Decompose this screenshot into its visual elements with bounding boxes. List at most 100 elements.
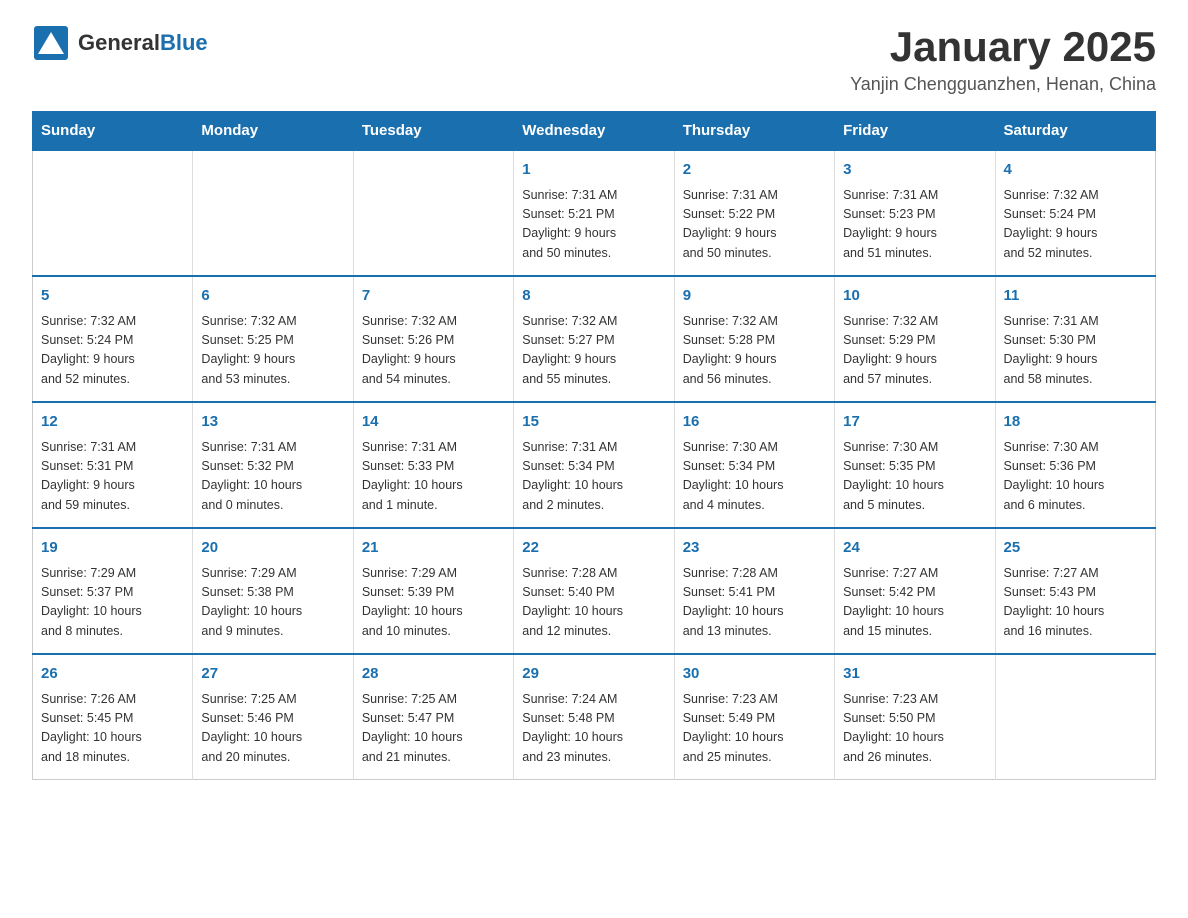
calendar-cell: 11 Sunrise: 7:31 AM Sunset: 5:30 PM Dayli…	[995, 276, 1155, 402]
day-info: Sunrise: 7:31 AM Sunset: 5:34 PM Dayligh…	[522, 438, 665, 516]
calendar-week-2: 5 Sunrise: 7:32 AM Sunset: 5:24 PM Daylig…	[33, 276, 1156, 402]
logo-text-blue: Blue	[160, 30, 208, 55]
calendar-cell: 13 Sunrise: 7:31 AM Sunset: 5:32 PM Dayli…	[193, 402, 353, 528]
day-number: 9	[683, 285, 826, 308]
day-number: 23	[683, 537, 826, 560]
day-number: 11	[1004, 285, 1147, 308]
day-number: 12	[41, 411, 184, 434]
day-info: Sunrise: 7:31 AM Sunset: 5:33 PM Dayligh…	[362, 438, 505, 516]
day-info: Sunrise: 7:31 AM Sunset: 5:21 PM Dayligh…	[522, 186, 665, 264]
calendar-cell: 5 Sunrise: 7:32 AM Sunset: 5:24 PM Daylig…	[33, 276, 193, 402]
calendar-cell: 21 Sunrise: 7:29 AM Sunset: 5:39 PM Dayli…	[353, 528, 513, 654]
day-info: Sunrise: 7:28 AM Sunset: 5:40 PM Dayligh…	[522, 564, 665, 642]
day-number: 15	[522, 411, 665, 434]
calendar-cell: 15 Sunrise: 7:31 AM Sunset: 5:34 PM Dayli…	[514, 402, 674, 528]
calendar-cell	[193, 150, 353, 276]
calendar-cell: 29 Sunrise: 7:24 AM Sunset: 5:48 PM Dayli…	[514, 654, 674, 780]
day-info: Sunrise: 7:32 AM Sunset: 5:28 PM Dayligh…	[683, 312, 826, 390]
calendar-cell: 6 Sunrise: 7:32 AM Sunset: 5:25 PM Daylig…	[193, 276, 353, 402]
day-number: 10	[843, 285, 986, 308]
weekday-header-wednesday: Wednesday	[514, 112, 674, 151]
day-number: 21	[362, 537, 505, 560]
logo: GeneralBlue	[32, 24, 208, 62]
weekday-header-sunday: Sunday	[33, 112, 193, 151]
day-info: Sunrise: 7:27 AM Sunset: 5:42 PM Dayligh…	[843, 564, 986, 642]
calendar-week-5: 26 Sunrise: 7:26 AM Sunset: 5:45 PM Dayli…	[33, 654, 1156, 780]
calendar-cell: 19Sunrise: 7:29 AM Sunset: 5:37 PM Dayli…	[33, 528, 193, 654]
calendar-cell: 10 Sunrise: 7:32 AM Sunset: 5:29 PM Dayli…	[835, 276, 995, 402]
calendar-cell: 9 Sunrise: 7:32 AM Sunset: 5:28 PM Daylig…	[674, 276, 834, 402]
day-info: Sunrise: 7:29 AM Sunset: 5:37 PM Dayligh…	[41, 564, 184, 642]
day-info: Sunrise: 7:30 AM Sunset: 5:36 PM Dayligh…	[1004, 438, 1147, 516]
day-number: 14	[362, 411, 505, 434]
day-number: 3	[843, 159, 986, 182]
day-info: Sunrise: 7:31 AM Sunset: 5:23 PM Dayligh…	[843, 186, 986, 264]
calendar-week-4: 19Sunrise: 7:29 AM Sunset: 5:37 PM Dayli…	[33, 528, 1156, 654]
calendar-cell: 31 Sunrise: 7:23 AM Sunset: 5:50 PM Dayli…	[835, 654, 995, 780]
page-header: GeneralBlue January 2025 Yanjin Chenggua…	[32, 24, 1156, 95]
calendar-cell: 27Sunrise: 7:25 AM Sunset: 5:46 PM Dayli…	[193, 654, 353, 780]
day-info: Sunrise: 7:28 AM Sunset: 5:41 PM Dayligh…	[683, 564, 826, 642]
day-info: Sunrise: 7:32 AM Sunset: 5:27 PM Dayligh…	[522, 312, 665, 390]
calendar-cell: 7Sunrise: 7:32 AM Sunset: 5:26 PM Daylig…	[353, 276, 513, 402]
calendar-cell: 4Sunrise: 7:32 AM Sunset: 5:24 PM Daylig…	[995, 150, 1155, 276]
logo-icon	[32, 24, 70, 62]
weekday-header-row: SundayMondayTuesdayWednesdayThursdayFrid…	[33, 112, 1156, 151]
weekday-header-tuesday: Tuesday	[353, 112, 513, 151]
day-number: 24	[843, 537, 986, 560]
calendar-cell: 25Sunrise: 7:27 AM Sunset: 5:43 PM Dayli…	[995, 528, 1155, 654]
day-number: 2	[683, 159, 826, 182]
calendar-cell: 16 Sunrise: 7:30 AM Sunset: 5:34 PM Dayli…	[674, 402, 834, 528]
day-info: Sunrise: 7:27 AM Sunset: 5:43 PM Dayligh…	[1004, 564, 1147, 642]
day-number: 26	[41, 663, 184, 686]
calendar-cell: 1 Sunrise: 7:31 AM Sunset: 5:21 PM Daylig…	[514, 150, 674, 276]
day-info: Sunrise: 7:30 AM Sunset: 5:34 PM Dayligh…	[683, 438, 826, 516]
day-number: 28	[362, 663, 505, 686]
day-info: Sunrise: 7:26 AM Sunset: 5:45 PM Dayligh…	[41, 690, 184, 768]
day-info: Sunrise: 7:29 AM Sunset: 5:38 PM Dayligh…	[201, 564, 344, 642]
logo-text-general: General	[78, 30, 160, 55]
day-info: Sunrise: 7:23 AM Sunset: 5:50 PM Dayligh…	[843, 690, 986, 768]
day-info: Sunrise: 7:30 AM Sunset: 5:35 PM Dayligh…	[843, 438, 986, 516]
day-info: Sunrise: 7:32 AM Sunset: 5:29 PM Dayligh…	[843, 312, 986, 390]
day-number: 13	[201, 411, 344, 434]
day-number: 29	[522, 663, 665, 686]
calendar-cell: 23 Sunrise: 7:28 AM Sunset: 5:41 PM Dayli…	[674, 528, 834, 654]
day-info: Sunrise: 7:32 AM Sunset: 5:24 PM Dayligh…	[41, 312, 184, 390]
day-info: Sunrise: 7:25 AM Sunset: 5:47 PM Dayligh…	[362, 690, 505, 768]
day-number: 22	[522, 537, 665, 560]
day-number: 5	[41, 285, 184, 308]
calendar-cell: 14 Sunrise: 7:31 AM Sunset: 5:33 PM Dayli…	[353, 402, 513, 528]
calendar-cell: 20 Sunrise: 7:29 AM Sunset: 5:38 PM Dayli…	[193, 528, 353, 654]
calendar-cell: 3 Sunrise: 7:31 AM Sunset: 5:23 PM Daylig…	[835, 150, 995, 276]
weekday-header-monday: Monday	[193, 112, 353, 151]
day-number: 4	[1004, 159, 1147, 182]
day-number: 20	[201, 537, 344, 560]
day-info: Sunrise: 7:31 AM Sunset: 5:30 PM Dayligh…	[1004, 312, 1147, 390]
day-number: 1	[522, 159, 665, 182]
month-title: January 2025	[850, 24, 1156, 70]
day-info: Sunrise: 7:24 AM Sunset: 5:48 PM Dayligh…	[522, 690, 665, 768]
day-number: 6	[201, 285, 344, 308]
day-number: 7	[362, 285, 505, 308]
calendar-cell: 26 Sunrise: 7:26 AM Sunset: 5:45 PM Dayli…	[33, 654, 193, 780]
day-number: 8	[522, 285, 665, 308]
title-section: January 2025 Yanjin Chengguanzhen, Henan…	[850, 24, 1156, 95]
calendar-table: SundayMondayTuesdayWednesdayThursdayFrid…	[32, 111, 1156, 780]
weekday-header-thursday: Thursday	[674, 112, 834, 151]
weekday-header-friday: Friday	[835, 112, 995, 151]
location-title: Yanjin Chengguanzhen, Henan, China	[850, 74, 1156, 95]
day-info: Sunrise: 7:31 AM Sunset: 5:32 PM Dayligh…	[201, 438, 344, 516]
calendar-cell: 30Sunrise: 7:23 AM Sunset: 5:49 PM Dayli…	[674, 654, 834, 780]
day-info: Sunrise: 7:32 AM Sunset: 5:25 PM Dayligh…	[201, 312, 344, 390]
day-number: 16	[683, 411, 826, 434]
day-info: Sunrise: 7:29 AM Sunset: 5:39 PM Dayligh…	[362, 564, 505, 642]
day-info: Sunrise: 7:31 AM Sunset: 5:22 PM Dayligh…	[683, 186, 826, 264]
calendar-cell	[33, 150, 193, 276]
day-number: 27	[201, 663, 344, 686]
day-number: 31	[843, 663, 986, 686]
calendar-cell: 22 Sunrise: 7:28 AM Sunset: 5:40 PM Dayli…	[514, 528, 674, 654]
calendar-cell: 8 Sunrise: 7:32 AM Sunset: 5:27 PM Daylig…	[514, 276, 674, 402]
calendar-cell: 18Sunrise: 7:30 AM Sunset: 5:36 PM Dayli…	[995, 402, 1155, 528]
day-info: Sunrise: 7:31 AM Sunset: 5:31 PM Dayligh…	[41, 438, 184, 516]
